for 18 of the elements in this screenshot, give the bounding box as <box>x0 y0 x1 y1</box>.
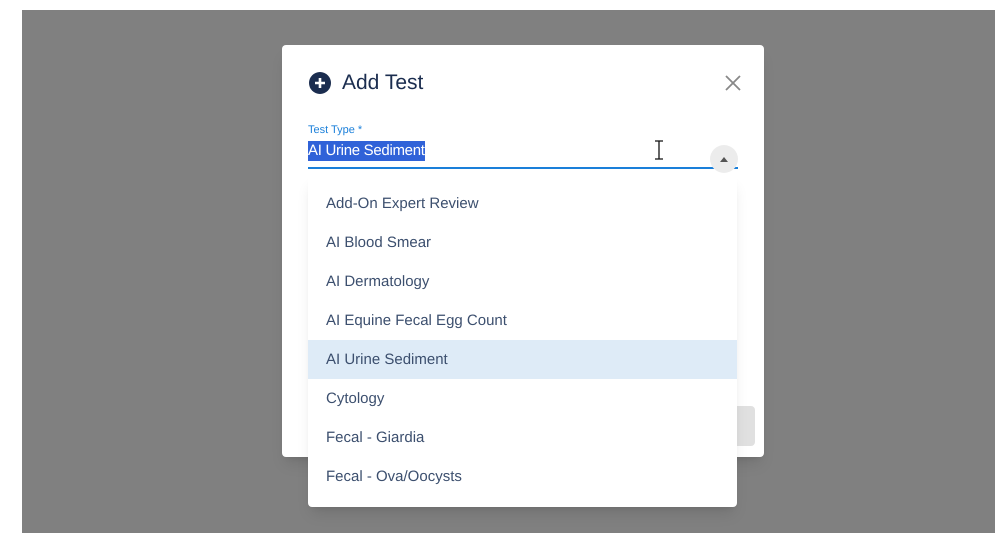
close-button[interactable] <box>724 74 742 92</box>
dropdown-toggle[interactable] <box>710 144 738 172</box>
dropdown-option[interactable]: Fecal - Giardia <box>308 418 737 457</box>
dropdown-option[interactable]: AI Urine Sediment <box>308 340 737 379</box>
dropdown-option[interactable]: Fecal - Ova/Oocysts <box>308 457 737 496</box>
text-cursor-icon <box>654 140 664 160</box>
add-icon <box>309 72 331 94</box>
field-label: Test Type * <box>308 122 364 136</box>
dropdown-option[interactable]: Add-On Expert Review <box>308 184 737 223</box>
caret-icon <box>719 156 729 162</box>
dropdown-option[interactable]: AI Equine Fecal Egg Count <box>308 301 737 340</box>
test-type-field[interactable]: Test Type * AI Urine Sediment <box>308 122 738 168</box>
dropdown-option[interactable]: AI Dermatology <box>308 262 737 301</box>
dropdown-option[interactable]: AI Blood Smear <box>308 223 737 262</box>
close-icon <box>724 74 742 92</box>
dropdown-option[interactable]: Cytology <box>308 379 737 418</box>
dialog-title: Add Test <box>342 70 424 96</box>
field-value: AI Urine Sediment <box>308 140 425 160</box>
